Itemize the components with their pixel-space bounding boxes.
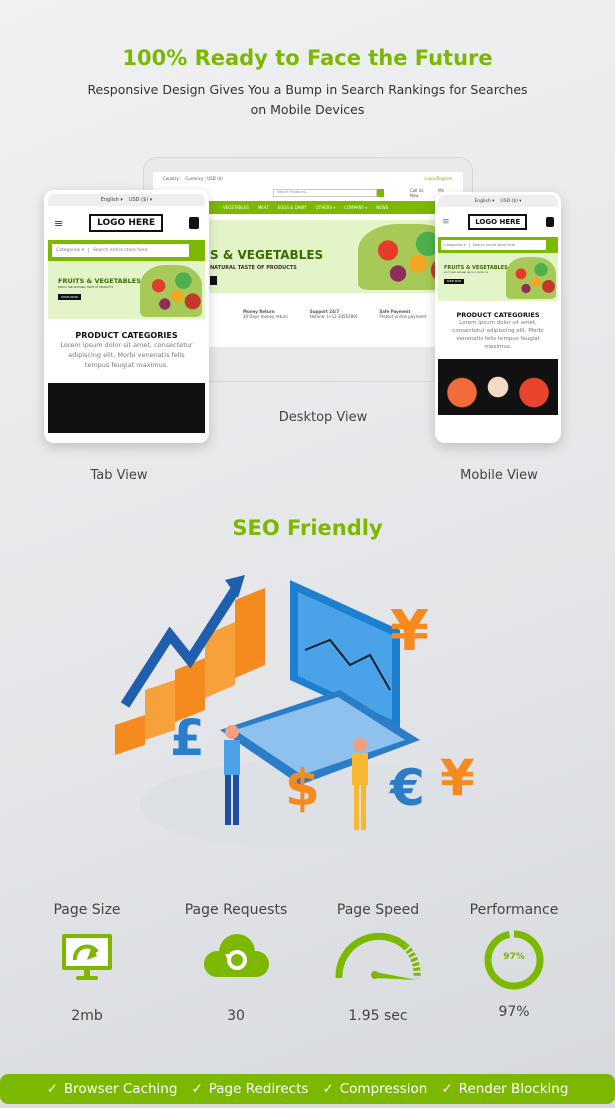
- section-title: PRODUCT CATEGORIES: [75, 331, 178, 340]
- cart-icon: [189, 217, 199, 229]
- nav-item: EGGS & DAIRY: [277, 205, 307, 210]
- search-input: Search entire store here: [92, 248, 148, 253]
- vegetables-image: [140, 265, 202, 317]
- currency-label: Currency : USD ($): [185, 176, 223, 181]
- feature-render-blocking: ✓ Render Blocking: [441, 1081, 569, 1097]
- stat-label: Performance: [469, 902, 559, 918]
- search-input: Search entire store here: [472, 243, 516, 247]
- stat-label: Page Requests: [184, 902, 288, 918]
- stat-page-requests: Page Requests 30: [166, 902, 306, 1024]
- shop-now-button: SHOP NOW: [58, 294, 81, 300]
- svg-text:$: $: [285, 759, 320, 817]
- currency-select: USD ($) ▾: [128, 197, 153, 203]
- categories-select: Categories ▾: [441, 243, 470, 247]
- stat-page-size: Page Size 2mb: [17, 902, 157, 1024]
- progress-ring-icon: 97%: [484, 930, 544, 990]
- ring-text: 97%: [503, 952, 525, 962]
- stat-value: 97%: [498, 1004, 530, 1020]
- section-text: Lorem ipsum dolor sit amet, consectetur …: [452, 320, 544, 350]
- nav-item: MEAT: [257, 205, 269, 210]
- section-title: PRODUCT CATEGORIES: [456, 311, 540, 319]
- svg-text:¥: ¥: [390, 599, 429, 664]
- page-title: 100% Ready to Face the Future: [122, 46, 493, 70]
- feature-safe-payment: Safe Payment Protect online payment: [379, 309, 427, 319]
- nav-item: OTHERS ▾: [315, 205, 336, 210]
- drinks-image: [48, 383, 205, 433]
- banner-subtitle: NATURAL TASTE OF PRODUCTS: [210, 265, 297, 271]
- mobile-banner: FRUITS & VEGETABLES EXOTIC AND NATURAL T…: [438, 253, 558, 301]
- stat-value: 30: [227, 1008, 245, 1024]
- call-label: Call Us Now: [409, 188, 424, 198]
- tab-view-label: Tab View: [90, 468, 148, 483]
- nav-item: COMPANY ▾: [344, 205, 368, 210]
- tab-mockup: English ▾ USD ($) ▾ ≡ LOGO HERE Categorie…: [44, 190, 209, 443]
- cart-icon: [546, 217, 554, 227]
- desktop-banner: S & VEGETABLES NATURAL TASTE OF PRODUCTS: [208, 220, 463, 293]
- svg-text:¥: ¥: [440, 749, 475, 807]
- features-bar: ✓ Browser Caching ✓ Page Redirects ✓ Compre…: [0, 1074, 615, 1104]
- feature-support: Support 24/7 Hotline: (+12 3456789): [309, 309, 358, 319]
- language-select: English ▾: [100, 197, 123, 203]
- nav-item: NEWS: [376, 205, 389, 210]
- stat-label: Page Speed: [336, 902, 420, 918]
- seo-title: SEO Friendly: [232, 516, 383, 540]
- categories-select: Categories ▾: [52, 248, 89, 253]
- country-label: Country :: [163, 176, 182, 181]
- seo-illustration: £ $ € ¥ ¥: [115, 575, 480, 850]
- page-subtitle: Responsive Design Gives You a Bump in Se…: [87, 82, 528, 117]
- stat-performance: Performance 97% 97%: [444, 902, 584, 1020]
- nav-item: VEGETABLES: [223, 205, 249, 210]
- svg-text:£: £: [170, 709, 205, 767]
- cloud-refresh-icon: [204, 934, 269, 977]
- check-icon: ✓: [46, 1081, 58, 1097]
- shop-now-button: SHOP NOW: [444, 279, 465, 284]
- mobile-view-label: Mobile View: [460, 468, 538, 483]
- stats-section: Page Size 2mb Page Requests 30 Page Spee…: [0, 902, 615, 1052]
- banner-subtitle: EXOTIC AND NATURAL TASTE OF PRODUCTS: [444, 272, 489, 274]
- stat-page-speed: Page Speed 1.95 sec: [308, 902, 448, 1024]
- speedometer-icon: [335, 932, 421, 980]
- banner-title: FRUITS & VEGETABLES: [444, 265, 508, 271]
- section-text: Lorem ipsum dolor sit amet, consectetur …: [60, 341, 193, 369]
- feature-money-return: Money Return 30 Days money return: [243, 309, 288, 319]
- desktop-view-label: Desktop View: [278, 410, 368, 425]
- hamburger-icon: ≡: [442, 217, 450, 227]
- drinks-image: [438, 359, 558, 415]
- login-link: Login/Register: [424, 176, 453, 181]
- language-select: English ▾: [474, 198, 495, 204]
- monitor-gauge-icon: [62, 934, 112, 980]
- stat-label: Page Size: [53, 902, 121, 918]
- banner-title: S & VEGETABLES: [210, 248, 324, 262]
- check-icon: ✓: [441, 1081, 453, 1097]
- search-icon: [189, 244, 201, 257]
- search-icon: [546, 240, 555, 250]
- svg-text:€: €: [389, 759, 425, 817]
- logo: LOGO HERE: [89, 214, 164, 232]
- tab-banner: FRUITS & VEGETABLES EXOTIC AND NATURAL T…: [48, 261, 205, 319]
- banner-subtitle: EXOTIC AND NATURAL TASTE OF PRODUCTS: [58, 286, 114, 289]
- feature-page-redirects: ✓ Page Redirects: [191, 1081, 309, 1097]
- currency-select: USD ($) ▾: [500, 198, 522, 204]
- check-icon: ✓: [191, 1081, 203, 1097]
- banner-title: FRUITS & VEGETABLES: [58, 277, 141, 285]
- logo: LOGO HERE: [468, 214, 528, 230]
- mobile-mockup: English ▾ USD ($) ▾ ≡ LOGO HERE Categorie…: [435, 192, 561, 443]
- check-icon: ✓: [322, 1081, 334, 1097]
- vegetables-image: [506, 257, 556, 299]
- desktop-search: Search Products...: [273, 189, 378, 197]
- stat-value: 1.95 sec: [348, 1008, 408, 1024]
- feature-browser-caching: ✓ Browser Caching: [46, 1081, 178, 1097]
- feature-compression: ✓ Compression: [322, 1081, 428, 1097]
- stat-value: 2mb: [71, 1008, 103, 1024]
- hamburger-icon: ≡: [54, 216, 64, 230]
